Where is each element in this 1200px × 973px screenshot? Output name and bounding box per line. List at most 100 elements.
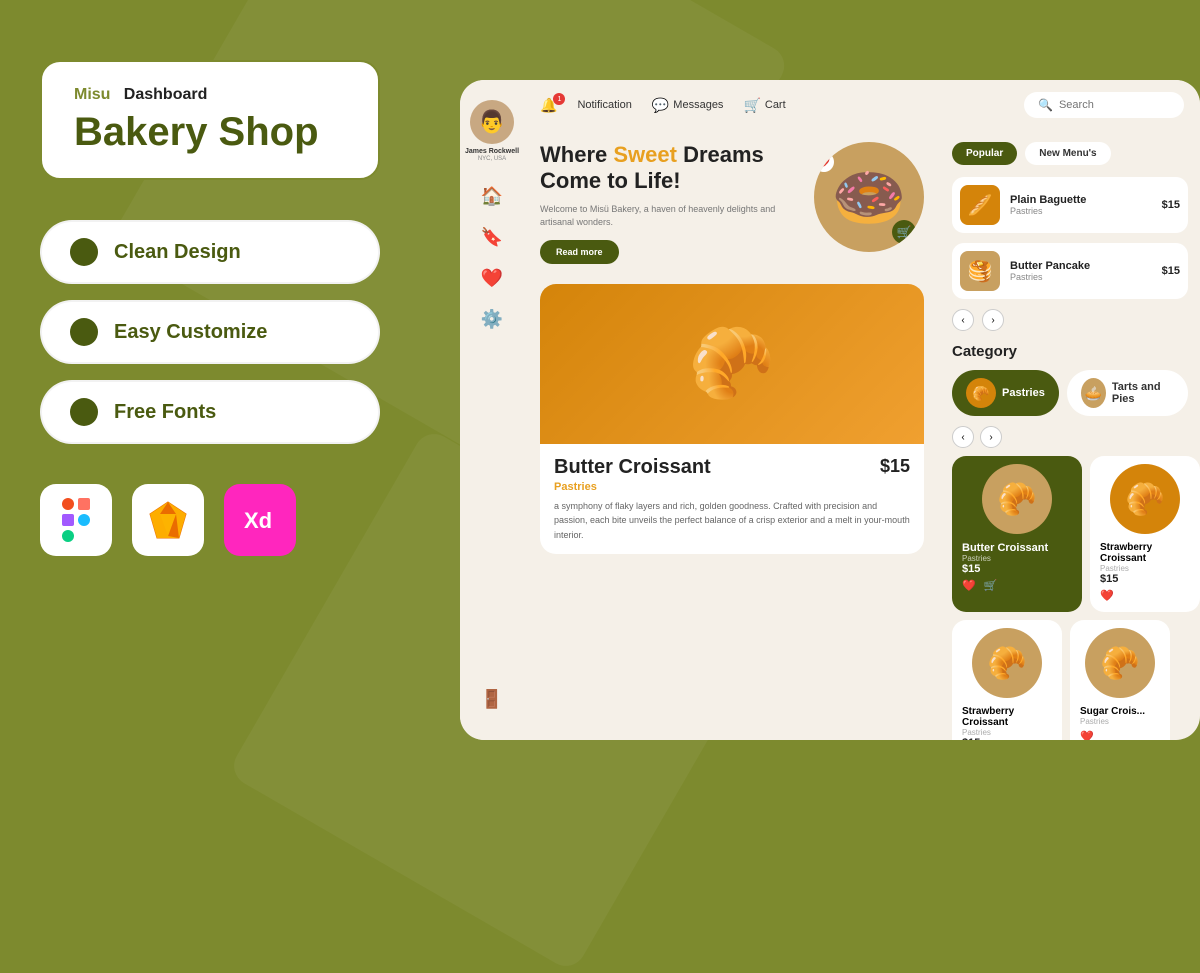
- grid-name-straw-2: Strawberry Croissant: [962, 706, 1052, 728]
- prev-arrow-button[interactable]: ‹: [952, 309, 974, 331]
- grid-price-butter-croissant: $15: [962, 563, 1072, 575]
- feature-label-clean-design: Clean Design: [114, 241, 241, 264]
- hero-cart-badge[interactable]: 🛒: [892, 220, 916, 244]
- grid-info-butter-croissant: Butter Croissant Pastries $15 ❤️ 🛒: [952, 542, 1082, 602]
- hero-image: 🍩 ❤️ 🛒: [814, 142, 924, 252]
- search-box: 🔍: [1024, 92, 1184, 118]
- category-title: Category: [952, 343, 1188, 360]
- product-grid: 🥐 Butter Croissant Pastries $15 ❤️ 🛒: [952, 456, 1188, 612]
- menu-item-img-baguette: 🥖: [960, 185, 1000, 225]
- grid-cat-sugar: Pastries: [1080, 717, 1160, 726]
- grid-name-strawberry-croissant: Strawberry Croissant: [1100, 542, 1190, 564]
- hero-text: Where Sweet Dreams Come to Life! Welcome…: [540, 142, 802, 264]
- product-price: $15: [880, 456, 910, 477]
- sidebar-icon-settings[interactable]: ⚙️: [481, 309, 503, 330]
- feature-dot-free-fonts: [70, 398, 98, 426]
- figma-icon-box[interactable]: [40, 484, 112, 556]
- messages-label: Messages: [673, 99, 723, 111]
- tab-new-menus[interactable]: New Menu's: [1025, 142, 1110, 165]
- product-category: Pastries: [554, 481, 910, 493]
- sidebar-icon-bookmark[interactable]: 🔖: [481, 227, 503, 248]
- sidebar-bottom: 🚪: [481, 689, 503, 710]
- menu-nav-arrows: ‹ ›: [952, 309, 1188, 331]
- category-name-pastries: Pastries: [1002, 387, 1045, 399]
- menu-item-category-baguette: Pastries: [1010, 206, 1152, 216]
- grid-item-butter-croissant[interactable]: 🥐 Butter Croissant Pastries $15 ❤️ 🛒: [952, 456, 1082, 612]
- menu-item-name-pancake: Butter Pancake: [1010, 260, 1152, 272]
- cart-nav-item[interactable]: 🛒 Cart: [743, 97, 785, 114]
- svg-text:Xd: Xd: [244, 508, 272, 533]
- menu-item-category-pancake: Pastries: [1010, 272, 1152, 282]
- sketch-icon-box[interactable]: [132, 484, 204, 556]
- search-input[interactable]: [1059, 99, 1170, 111]
- feature-item-clean-design: Clean Design: [40, 220, 380, 284]
- grid-cat-butter-croissant: Pastries: [962, 554, 1072, 563]
- tool-icons: Xd: [40, 484, 380, 556]
- sidebar-icon-logout[interactable]: 🚪: [481, 689, 503, 709]
- left-panel: Misu Dashboard Bakery Shop Clean Design …: [40, 60, 380, 556]
- sidebar-nav: 🏠 🔖 ❤️ ⚙️: [481, 186, 503, 689]
- category-item-tarts[interactable]: 🥧 Tarts and Pies: [1067, 370, 1188, 416]
- title-card: Misu Dashboard Bakery Shop: [40, 60, 380, 180]
- category-section: Category 🥐 Pastries 🥧 Tarts and Pies: [952, 343, 1188, 740]
- grid-item-strawberry-croissant[interactable]: 🥐 Strawberry Croissant Pastries $15 ❤️: [1090, 456, 1200, 612]
- user-avatar: 👨: [470, 100, 514, 144]
- grid-info-strawberry-2: Strawberry Croissant Pastries $15 ❤️ 🛒: [952, 706, 1062, 740]
- menu-item-info-baguette: Plain Baguette Pastries: [1010, 194, 1152, 216]
- product-name-price-row: $15 Butter Croissant: [554, 456, 910, 479]
- sidebar-icon-heart[interactable]: ❤️: [481, 268, 503, 289]
- header: 🔔 1 Notification 💬 Messages 🛒 Cart 🔍: [524, 80, 1200, 130]
- notification-nav-item[interactable]: 🔔 1 Notification: [540, 97, 632, 114]
- category-item-pastries[interactable]: 🥐 Pastries: [952, 370, 1059, 416]
- menu-item-butter-pancake: 🥞 Butter Pancake Pastries $15: [952, 243, 1188, 299]
- user-name: James Rockwell: [465, 148, 519, 156]
- bakery-shop-title: Bakery Shop: [74, 110, 346, 154]
- next-arrow-button[interactable]: ›: [982, 309, 1004, 331]
- hero-title: Where Sweet Dreams Come to Life!: [540, 142, 802, 195]
- hero-food-emoji: 🍩: [832, 162, 907, 233]
- header-nav: 🔔 1 Notification 💬 Messages 🛒 Cart: [540, 97, 1004, 114]
- grid-heart-btn-2[interactable]: ❤️: [1100, 589, 1114, 602]
- feature-item-easy-customize: Easy Customize: [40, 300, 380, 364]
- feature-item-free-fonts: Free Fonts: [40, 380, 380, 444]
- sidebar-icon-home[interactable]: 🏠: [481, 186, 503, 207]
- grid-cart-btn[interactable]: 🛒: [984, 579, 998, 592]
- product-info: $15 Butter Croissant Pastries a symphony…: [540, 444, 924, 554]
- tab-popular[interactable]: Popular: [952, 142, 1017, 165]
- grid-heart-btn[interactable]: ❤️: [962, 579, 976, 592]
- grid-item-sugar-crois[interactable]: 🥐 Sugar Crois... Pastries ❤️: [1070, 620, 1170, 740]
- user-location: NYC, USA: [478, 156, 506, 162]
- xd-icon-box[interactable]: Xd: [224, 484, 296, 556]
- menu-item-price-pancake: $15: [1162, 265, 1180, 277]
- grid-price-straw-2: $15: [962, 737, 1052, 740]
- read-more-button[interactable]: Read more: [540, 240, 619, 264]
- cart-label: Cart: [765, 99, 786, 111]
- misu-word: Misu: [74, 86, 110, 103]
- cat-prev-arrow[interactable]: ‹: [952, 426, 974, 448]
- grid-item-strawberry-croissant-2[interactable]: 🥐 Strawberry Croissant Pastries $15 ❤️ 🛒: [952, 620, 1062, 740]
- product-grid-row2: 🥐 Strawberry Croissant Pastries $15 ❤️ 🛒: [952, 620, 1188, 740]
- category-img-pastries: 🥐: [966, 378, 996, 408]
- feature-label-free-fonts: Free Fonts: [114, 401, 216, 424]
- menu-item-img-pancake: 🥞: [960, 251, 1000, 291]
- grid-name-butter-croissant: Butter Croissant: [962, 542, 1072, 554]
- notification-badge: 1: [553, 93, 565, 105]
- misu-dashboard-label: Misu Dashboard: [74, 86, 346, 104]
- feature-label-easy-customize: Easy Customize: [114, 321, 267, 344]
- menu-item-name-baguette: Plain Baguette: [1010, 194, 1152, 206]
- grid-actions-butter-croissant: ❤️ 🛒: [962, 579, 1072, 592]
- category-list: 🥐 Pastries 🥧 Tarts and Pies: [952, 370, 1188, 416]
- messages-nav-item[interactable]: 💬 Messages: [652, 97, 724, 114]
- hero-title-sweet: Sweet: [613, 142, 677, 167]
- grid-heart-btn-4[interactable]: ❤️: [1080, 730, 1094, 740]
- messages-icon: 💬: [652, 97, 669, 114]
- grid-cat-straw-2: Pastries: [962, 728, 1052, 737]
- right-content: Popular New Menu's 🥖 Plain Baguette Past…: [940, 130, 1200, 740]
- grid-actions-sugar: ❤️: [1080, 730, 1160, 740]
- grid-info-sugar: Sugar Crois... Pastries ❤️: [1070, 706, 1170, 740]
- notification-label: Notification: [577, 99, 631, 111]
- hero-section: Where Sweet Dreams Come to Life! Welcome…: [540, 142, 924, 264]
- grid-img-strawberry-croissant: 🥐: [1110, 464, 1180, 534]
- cart-icon: 🛒: [743, 97, 760, 114]
- cat-next-arrow[interactable]: ›: [980, 426, 1002, 448]
